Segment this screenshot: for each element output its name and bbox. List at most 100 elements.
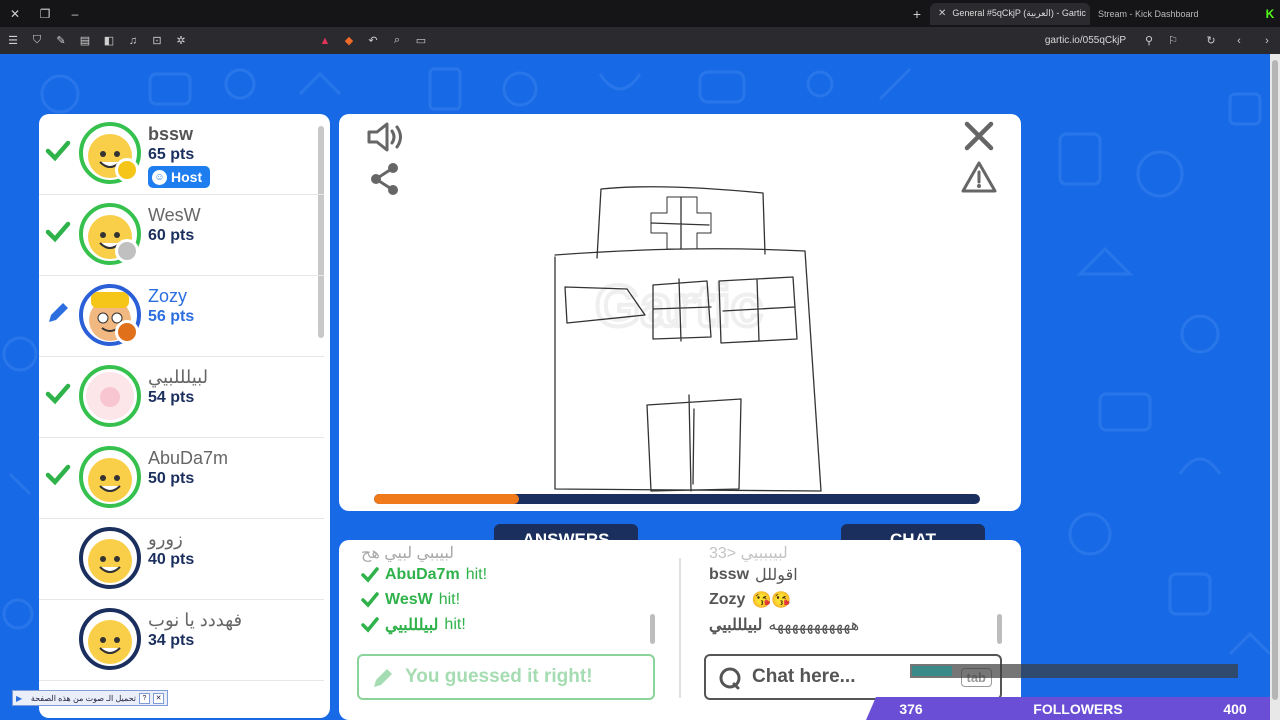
followers-goal: 400 bbox=[1223, 700, 1247, 717]
cast-icon[interactable]: ▭ bbox=[414, 34, 428, 48]
chat-player-name: Zozy bbox=[709, 590, 746, 608]
site-settings-icon[interactable]: ⚲ bbox=[1142, 34, 1156, 48]
followers-current: 376 bbox=[899, 700, 923, 717]
answer-text: hit! bbox=[465, 565, 488, 583]
hospital-drawing bbox=[554, 186, 822, 492]
avatar bbox=[79, 365, 141, 427]
host-badge: ☺ Host bbox=[148, 166, 211, 188]
forward-icon[interactable]: › bbox=[1260, 34, 1274, 48]
list-item: AbuDa7m hit! bbox=[361, 562, 651, 587]
new-tab-button[interactable]: + bbox=[904, 6, 930, 22]
zoom-icon[interactable]: ⌕ bbox=[390, 34, 404, 48]
answer-input[interactable]: You guessed it right! bbox=[357, 654, 655, 700]
drawing-canvas-panel[interactable]: Gartic bbox=[339, 114, 1021, 511]
list-item: bssw اقوللل bbox=[709, 562, 999, 587]
player-name: زورو bbox=[148, 529, 183, 549]
player-row: زورو 40 pts bbox=[39, 519, 324, 600]
followers-goal-bar: 376 FOLLOWERS 400 bbox=[866, 697, 1270, 720]
rank-badge-icon bbox=[115, 320, 139, 344]
chat-bubble-icon bbox=[719, 667, 741, 690]
answer-text: hit! bbox=[444, 615, 466, 633]
pencil-icon bbox=[49, 303, 68, 322]
rank-badge-icon bbox=[115, 239, 139, 263]
close-tab-icon[interactable]: ✕ bbox=[938, 8, 946, 19]
chat-scrollbar[interactable] bbox=[997, 614, 1002, 644]
report-warning-icon[interactable] bbox=[961, 160, 997, 194]
close-window-icon[interactable]: ✕ bbox=[0, 0, 30, 27]
restore-window-icon[interactable]: ❐ bbox=[30, 0, 60, 27]
rank-badge-icon bbox=[115, 158, 139, 182]
player-points: 50 pts bbox=[148, 470, 195, 487]
list-item: لبيبببيي <33 bbox=[709, 544, 999, 562]
minimize-window-icon[interactable]: – bbox=[60, 0, 90, 27]
checkmark-icon bbox=[361, 591, 379, 608]
checkmark-icon bbox=[45, 464, 71, 486]
tab-kick-dashboard[interactable]: Stream - Kick Dashboard bbox=[1090, 3, 1230, 25]
player-name: WesW bbox=[148, 205, 201, 225]
close-icon[interactable]: ✕ bbox=[153, 692, 164, 704]
player-name: فهددد يا نوب bbox=[148, 610, 243, 630]
player-name: لبيلللبيي bbox=[148, 367, 209, 387]
tab-title: General #5qCkjP (العربية) - Gartic bbox=[952, 8, 1086, 18]
list-item: لبيببي لبيي هح bbox=[361, 544, 651, 562]
pencil-icon bbox=[374, 669, 392, 687]
players-panel: bssw 65 pts ☺ Host WesW 60 pts Zozy 56 p… bbox=[39, 114, 330, 718]
back-icon[interactable]: ‹ bbox=[1232, 34, 1246, 48]
chat-message-text: هههههههههههه bbox=[768, 616, 860, 634]
pen-icon[interactable]: ✎ bbox=[54, 34, 68, 48]
player-row: لبيلللبيي 54 pts bbox=[39, 357, 324, 438]
extensions-icon[interactable]: ✲ bbox=[174, 34, 188, 48]
answers-list: لبيببي لبيي هح AbuDa7m hit! WesW hit! لب… bbox=[361, 545, 651, 637]
stream-overlay-chip bbox=[912, 666, 952, 676]
browser-tabbar: ✕ ❐ – + ✕ General #5qCkjP (العربية) - Ga… bbox=[0, 0, 1280, 27]
shield-icon[interactable]: ⛉ bbox=[30, 34, 44, 48]
chat-player-name: bssw bbox=[709, 565, 750, 583]
address-bar[interactable]: gartic.io/055qCkjP bbox=[438, 35, 1132, 46]
player-name: Zozy bbox=[148, 286, 188, 306]
tab-gartic[interactable]: ✕ General #5qCkjP (العربية) - Gartic bbox=[930, 2, 1090, 25]
kick-extension-icon[interactable]: K bbox=[1260, 7, 1280, 21]
chat-player-name: لبيلللبيي bbox=[709, 616, 763, 634]
share-icon[interactable] bbox=[369, 162, 401, 196]
play-icon[interactable]: ▶ bbox=[16, 694, 22, 703]
close-icon[interactable] bbox=[963, 120, 995, 152]
followers-label: FOLLOWERS bbox=[1033, 700, 1123, 717]
player-row: Zozy 56 pts bbox=[39, 276, 324, 357]
chat-message-text: 😘😘 bbox=[751, 591, 792, 609]
player-points: 54 pts bbox=[148, 389, 195, 406]
reader-icon[interactable]: ▤ bbox=[78, 34, 92, 48]
answers-scrollbar[interactable] bbox=[650, 614, 655, 644]
player-name: bssw bbox=[148, 124, 194, 144]
translate-toolbar[interactable]: ▶ تحميل الـ صوت من هذه الصفحة ? ✕ bbox=[12, 690, 168, 706]
checkmark-icon bbox=[45, 221, 71, 243]
translate-text: تحميل الـ صوت من هذه الصفحة bbox=[30, 693, 136, 703]
bookmark-icon[interactable]: ⚐ bbox=[1166, 34, 1180, 48]
page-scrollbar[interactable] bbox=[1270, 54, 1280, 720]
brave-shield-icon[interactable]: ◆ bbox=[342, 34, 356, 48]
sidebar-icon[interactable]: ◧ bbox=[102, 34, 116, 48]
stream-overlay-strip bbox=[910, 664, 1238, 678]
player-row: AbuDa7m 50 pts bbox=[39, 438, 324, 519]
avatar bbox=[79, 446, 141, 508]
answer-player-name: WesW bbox=[385, 590, 433, 608]
browser-toolbar: ☰ ⛉ ✎ ▤ ◧ ♫ ⊡ ✲ ▲ ◆ ↶ ⌕ ▭ gartic.io/055q… bbox=[0, 27, 1280, 54]
player-points: 34 pts bbox=[148, 632, 195, 649]
list-item: لبيلللبيي هههههههههههه bbox=[709, 612, 999, 637]
reload-icon[interactable]: ↻ bbox=[1204, 34, 1218, 48]
help-icon[interactable]: ? bbox=[139, 692, 150, 704]
volume-icon[interactable] bbox=[365, 120, 405, 154]
player-points: 56 pts bbox=[148, 308, 195, 325]
round-timer-progress bbox=[374, 494, 980, 504]
back-history-icon[interactable]: ↶ bbox=[366, 34, 380, 48]
answer-player-name: لبيلللبيي bbox=[385, 616, 439, 634]
chat-input-placeholder: Chat here... bbox=[752, 666, 856, 687]
checkmark-icon bbox=[45, 140, 71, 162]
brave-rewards-icon[interactable]: ▲ bbox=[318, 34, 332, 48]
music-icon[interactable]: ♫ bbox=[126, 34, 140, 48]
avatar bbox=[79, 608, 141, 670]
screenshot-icon[interactable]: ⊡ bbox=[150, 34, 164, 48]
gartic-page: bssw 65 pts ☺ Host WesW 60 pts Zozy 56 p… bbox=[0, 54, 1270, 720]
menu-icon[interactable]: ☰ bbox=[6, 34, 20, 48]
answer-text: hit! bbox=[438, 590, 461, 608]
chat-list: لبيبببيي <33 bssw اقوللل Zozy 😘😘 لبيلللب… bbox=[709, 545, 999, 637]
